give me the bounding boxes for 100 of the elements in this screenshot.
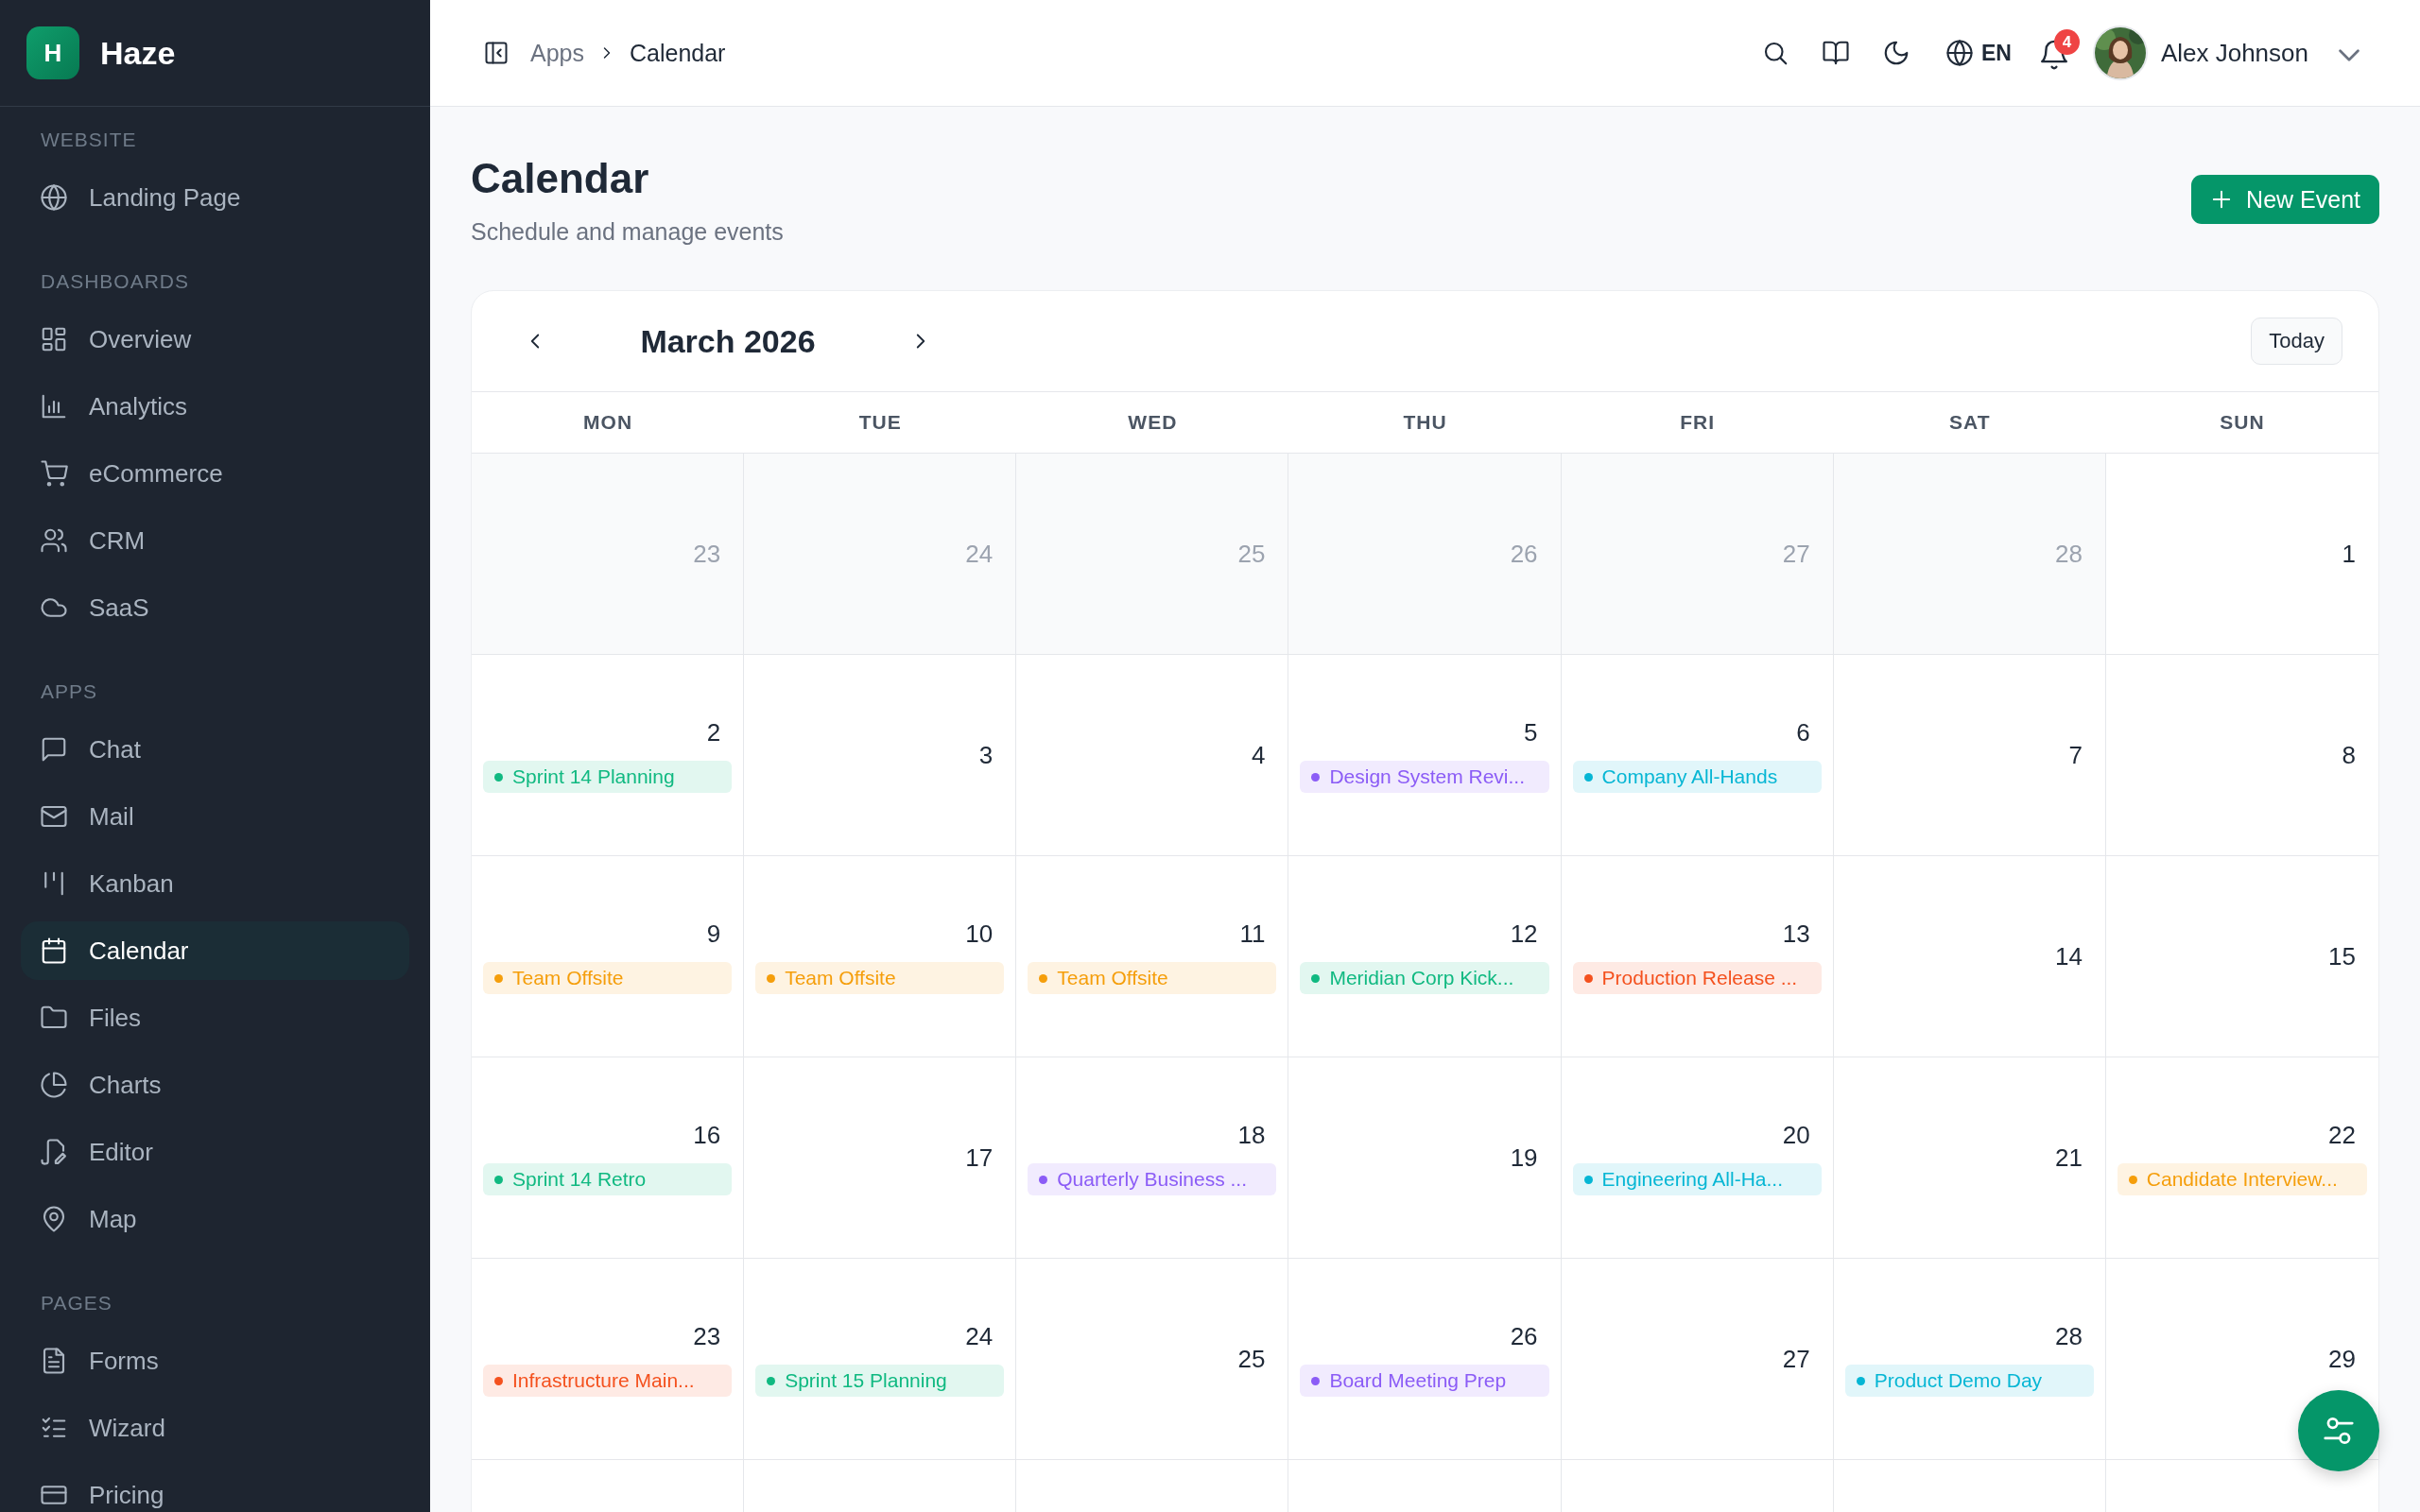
sidebar-item[interactable]: Charts [21,1056,409,1114]
section-label: WEBSITE [40,128,138,152]
day-number: 23 [693,1321,721,1351]
day-number: 2 [706,717,721,747]
sidebar-item[interactable]: CRM [21,511,409,570]
day-cell[interactable]: 11 Team Offsite [1016,856,1289,1057]
day-number: 19 [1510,1143,1538,1173]
day-cell[interactable]: 22 Candidate Interview... [2105,1057,2378,1259]
day-number: 12 [1510,919,1538,949]
globe-icon [1945,39,1974,67]
day-cell[interactable]: 26 Board Meeting Prep [1288,1259,1562,1460]
day-cell[interactable]: 24 Sprint 15 Planning [744,1259,1017,1460]
globe-icon [40,183,68,212]
today-button[interactable]: Today [2251,318,2342,365]
sidebar-item[interactable]: Map [21,1190,409,1248]
day-number: 9 [706,919,721,949]
day-cell[interactable]: 12 Meridian Corp Kick... [1288,856,1562,1057]
day-cell[interactable]: 15 [2105,856,2378,1057]
notifications-button[interactable]: 4 [2031,29,2080,77]
day-cell[interactable]: 1 [2105,454,2378,655]
day-cell[interactable]: 19 [1288,1057,1562,1259]
day-cell[interactable]: 6 Company All-Hands [1561,655,1834,856]
sidebar-item[interactable]: eCommerce [21,444,409,503]
day-number: 26 [1510,539,1538,569]
day-number: 28 [2054,539,2083,569]
sidebar-item[interactable]: Calendar [21,921,409,980]
event-chip[interactable]: Board Meeting Prep [1300,1365,1549,1397]
day-cell[interactable]: 28 Product Demo Day [1833,1259,2106,1460]
sidebar-toggle-button[interactable] [483,40,510,66]
day-cell[interactable]: 27 [1561,1259,1834,1460]
day-cell[interactable]: 8 [2105,655,2378,856]
sidebar-item[interactable]: Chat [21,720,409,779]
day-number: 24 [965,1321,994,1351]
sidebar-item[interactable]: Analytics [21,377,409,436]
day-cell[interactable]: 5 Design System Revi... [1288,655,1562,856]
section-label: DASHBOARDS [40,269,191,294]
day-cell[interactable]: 16 Sprint 14 Retro [472,1057,745,1259]
document-pen-icon [40,1138,68,1166]
day-number: 3 [978,740,994,770]
day-cell[interactable]: 7 [1833,655,2106,856]
sidebar-item[interactable]: Mail [21,787,409,846]
weekday-label: SUN [2105,392,2378,454]
day-number: 18 [1237,1120,1266,1150]
day-number: 20 [1782,1120,1810,1150]
day-cell[interactable]: 20 Engineering All-Ha... [1561,1057,1834,1259]
breadcrumb-link[interactable]: Apps [530,39,584,67]
day-cell[interactable]: 2 Sprint 14 Planning [472,655,745,856]
day-cell[interactable]: 4 [1016,655,1289,856]
day-number: 23 [693,539,721,569]
month-title: March 2026 [639,322,817,360]
day-cell[interactable]: 3 [744,655,1017,856]
day-number: 7 [2068,740,2083,770]
day-cell[interactable]: 18 Quarterly Business ... [1016,1057,1289,1259]
chat-bubble-icon [40,735,68,764]
day-number: 6 [1796,717,1810,747]
brand-logo: H [26,26,79,79]
grid-icon [40,325,68,353]
day-number: 8 [2342,740,2356,770]
sidebar-item[interactable]: Forms [21,1332,409,1390]
people-icon [40,526,68,555]
day-number: 26 [1510,1321,1538,1351]
section-label: APPS [40,679,99,704]
day-number: 15 [2328,941,2356,971]
day-number: 5 [1524,717,1538,747]
day-number: 16 [693,1120,721,1150]
user-menu-button[interactable]: Alex Johnson [2092,26,2360,80]
day-number: 29 [2328,1344,2356,1374]
sidebar-item[interactable]: Landing Page [21,168,409,227]
day-number: 10 [965,919,994,949]
pie-chart-icon [40,1071,68,1099]
page-subtitle: Schedule and manage events [471,218,784,246]
sidebar-item[interactable]: SaaS [21,578,409,637]
sidebar-item[interactable]: Overview [21,310,409,369]
brand-name: Haze [100,34,176,72]
sidebar-item[interactable]: Files [21,988,409,1047]
event-chip[interactable]: Design System Revi... [1300,761,1549,793]
day-number: 13 [1782,919,1810,949]
sidebar-item[interactable]: Wizard [21,1399,409,1457]
day-number: 28 [2054,1321,2083,1351]
day-cell[interactable]: 23 Infrastructure Main... [472,1259,745,1460]
new-event-button[interactable]: New Event [2191,175,2379,224]
day-number: 14 [2054,941,2083,971]
day-cell[interactable]: 14 [1833,856,2106,1057]
day-number: 21 [2054,1143,2083,1173]
day-number: 1 [2342,539,2356,569]
event-chip[interactable]: Quarterly Business ... [1028,1163,1277,1195]
day-cell[interactable]: 17 [744,1057,1017,1259]
sidebar-item[interactable]: Pricing [21,1466,409,1512]
day-cell[interactable]: 21 [1833,1057,2106,1259]
page-title: Calendar [471,154,650,203]
day-cell[interactable]: 13 Production Release ... [1561,856,1834,1057]
notification-badge: 4 [2053,29,2080,55]
day-number: 27 [1782,539,1810,569]
day-cell[interactable]: 25 [1016,1259,1289,1460]
language-button[interactable]: EN [1945,39,2012,67]
day-cell[interactable]: 10 Team Offsite [744,856,1017,1057]
day-cell[interactable]: 9 Team Offsite [472,856,745,1057]
day-number: 27 [1782,1344,1810,1374]
sidebar-item[interactable]: Editor [21,1123,409,1181]
sidebar-item[interactable]: Kanban [21,854,409,913]
